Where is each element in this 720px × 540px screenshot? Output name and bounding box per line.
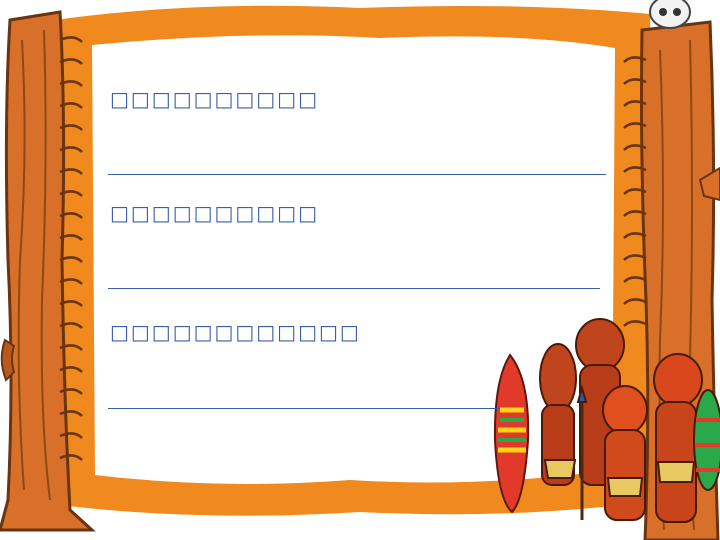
text-line-1: □□□□□□□□□□ bbox=[110, 87, 319, 111]
skull-icon bbox=[649, 0, 691, 29]
text-line-2: □□□□□□□□□□ bbox=[110, 201, 319, 225]
divider-line-1 bbox=[108, 174, 606, 175]
slide: □□□□□□□□□□ □□□□□□□□□□ □□□□□□□□□□□□ bbox=[0, 0, 720, 540]
tribal-frame-background bbox=[0, 0, 720, 540]
divider-line-2 bbox=[108, 288, 600, 289]
divider-line-3 bbox=[108, 408, 500, 409]
text-line-3: □□□□□□□□□□□□ bbox=[110, 320, 361, 344]
